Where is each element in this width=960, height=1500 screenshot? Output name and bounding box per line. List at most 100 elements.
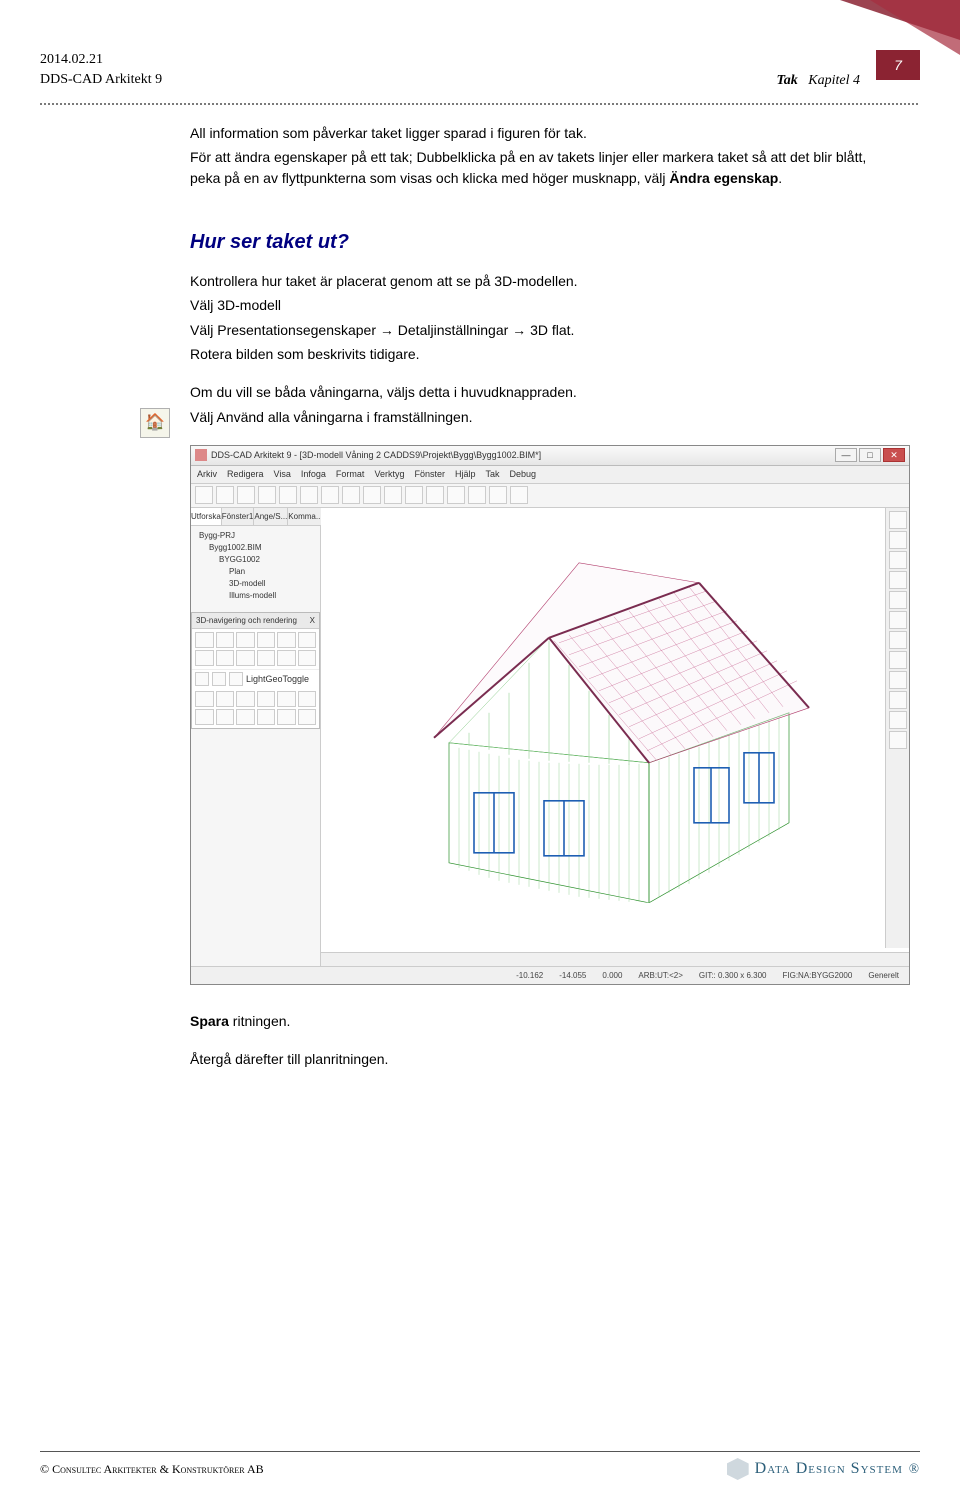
- toolbar-button[interactable]: [426, 486, 444, 504]
- palette-button[interactable]: [216, 650, 235, 666]
- right-toolbar-button[interactable]: [889, 551, 907, 569]
- palette-button[interactable]: [236, 709, 255, 725]
- palette-button[interactable]: [257, 691, 276, 707]
- project-tree: Bygg-PRJ Bygg1002.BIM BYGG1002 Plan 3D-m…: [191, 526, 320, 606]
- menu-visa[interactable]: Visa: [274, 468, 291, 481]
- page-header: 7 2014.02.21 DDS-CAD Arkitekt 9 Tak Kapi…: [0, 0, 960, 97]
- palette-button[interactable]: [216, 691, 235, 707]
- menu-debug[interactable]: Debug: [510, 468, 537, 481]
- toolbar-button[interactable]: [363, 486, 381, 504]
- menu-verktyg[interactable]: Verktyg: [374, 468, 404, 481]
- header-row: 2014.02.21 DDS-CAD Arkitekt 9 Tak Kapite…: [40, 50, 920, 89]
- right-toolbar-button[interactable]: [889, 571, 907, 589]
- palette-button[interactable]: [236, 650, 255, 666]
- toolbar-button[interactable]: [195, 486, 213, 504]
- horizontal-scrollbar[interactable]: [321, 952, 909, 966]
- toolbar-button[interactable]: [510, 486, 528, 504]
- toolbar-button[interactable]: [258, 486, 276, 504]
- right-toolbar: [885, 508, 909, 948]
- palette-button[interactable]: [229, 672, 243, 686]
- toolbar-button[interactable]: [489, 486, 507, 504]
- right-toolbar-button[interactable]: [889, 651, 907, 669]
- tree-item[interactable]: Bygg-PRJ: [195, 530, 316, 542]
- palette-row: LightGeoToggle: [192, 669, 319, 688]
- tab-fonster[interactable]: Fönster1: [222, 508, 255, 525]
- footer-row: © Consultec Arkitekter & Konstruktörer A…: [40, 1458, 920, 1480]
- palette-button[interactable]: [236, 691, 255, 707]
- toolbar-button[interactable]: [237, 486, 255, 504]
- toolbar-button[interactable]: [384, 486, 402, 504]
- tab-ange[interactable]: Ange/S...: [254, 508, 288, 525]
- toolbar-button[interactable]: [216, 486, 234, 504]
- palette-button[interactable]: [257, 632, 276, 648]
- right-toolbar-button[interactable]: [889, 531, 907, 549]
- palette-button[interactable]: [277, 709, 296, 725]
- palette-button[interactable]: [298, 650, 317, 666]
- menu-infoga[interactable]: Infoga: [301, 468, 326, 481]
- palette-button[interactable]: [298, 632, 317, 648]
- toolbar-button[interactable]: [279, 486, 297, 504]
- status-coord-x: -10.162: [516, 970, 543, 982]
- palette-button[interactable]: [257, 709, 276, 725]
- minimize-button[interactable]: —: [835, 448, 857, 462]
- palette-button[interactable]: [277, 650, 296, 666]
- app-body: Utforska Fönster1 Ange/S... Komma... Byg…: [191, 508, 909, 966]
- toolbar-button[interactable]: [405, 486, 423, 504]
- tree-item[interactable]: BYGG1002: [195, 554, 316, 566]
- menu-tak[interactable]: Tak: [485, 468, 499, 481]
- menu-redigera[interactable]: Redigera: [227, 468, 264, 481]
- palette-button[interactable]: [216, 709, 235, 725]
- close-button[interactable]: ✕: [883, 448, 905, 462]
- embedded-screenshot: DDS-CAD Arkitekt 9 - [3D-modell Våning 2…: [190, 445, 900, 985]
- right-toolbar-button[interactable]: [889, 631, 907, 649]
- tab-utforska[interactable]: Utforska: [191, 508, 222, 525]
- palette-button[interactable]: [277, 691, 296, 707]
- toolbar-button[interactable]: [447, 486, 465, 504]
- toolbar-button[interactable]: [300, 486, 318, 504]
- right-toolbar-button[interactable]: [889, 591, 907, 609]
- right-toolbar-button[interactable]: [889, 511, 907, 529]
- right-toolbar-button[interactable]: [889, 691, 907, 709]
- canvas-3d[interactable]: [327, 514, 881, 946]
- palette-button[interactable]: [216, 632, 235, 648]
- toolbar-button[interactable]: [342, 486, 360, 504]
- palette-button[interactable]: [195, 672, 209, 686]
- palette-close-icon[interactable]: X: [310, 615, 315, 627]
- paragraph-spara: Spara ritningen.: [190, 1011, 900, 1031]
- right-toolbar-button[interactable]: [889, 671, 907, 689]
- palette-button[interactable]: [195, 632, 214, 648]
- palette-button[interactable]: [236, 632, 255, 648]
- paragraph-7: Om du vill se båda våningarna, väljs det…: [190, 382, 900, 402]
- brand-name: Data Design System: [755, 1460, 903, 1478]
- right-toolbar-button[interactable]: [889, 711, 907, 729]
- palette-button[interactable]: [298, 709, 317, 725]
- right-toolbar-button[interactable]: [889, 611, 907, 629]
- menu-format[interactable]: Format: [336, 468, 365, 481]
- tree-item[interactable]: 3D-modell: [195, 578, 316, 590]
- status-fig: FIG:NA:BYGG2000: [783, 970, 853, 982]
- tree-item[interactable]: Plan: [195, 566, 316, 578]
- palette-button[interactable]: [195, 650, 214, 666]
- right-toolbar-button[interactable]: [889, 731, 907, 749]
- palette-button[interactable]: [298, 691, 317, 707]
- maximize-button[interactable]: □: [859, 448, 881, 462]
- footer-brand: Data Design System®: [727, 1458, 920, 1480]
- content-area: All information som påverkar taket ligge…: [0, 105, 960, 1069]
- palette-button[interactable]: [212, 672, 226, 686]
- menu-arkiv[interactable]: Arkiv: [197, 468, 217, 481]
- paragraph-3: Kontrollera hur taket är placerat genom …: [190, 271, 900, 291]
- menu-hjalp[interactable]: Hjälp: [455, 468, 476, 481]
- tree-item[interactable]: Illums-modell: [195, 590, 316, 602]
- palette-button[interactable]: [195, 709, 214, 725]
- tab-komma[interactable]: Komma...: [288, 508, 323, 525]
- menu-fonster[interactable]: Fönster: [414, 468, 445, 481]
- toolbar-button[interactable]: [468, 486, 486, 504]
- palette-button[interactable]: [277, 632, 296, 648]
- viewport: [321, 508, 909, 966]
- paragraph-1: All information som påverkar taket ligge…: [190, 123, 900, 143]
- tree-item[interactable]: Bygg1002.BIM: [195, 542, 316, 554]
- toolbar-button[interactable]: [321, 486, 339, 504]
- palette-button[interactable]: [195, 691, 214, 707]
- palette-button[interactable]: [257, 650, 276, 666]
- paragraph-2: För att ändra egenskaper på ett tak; Dub…: [190, 147, 900, 188]
